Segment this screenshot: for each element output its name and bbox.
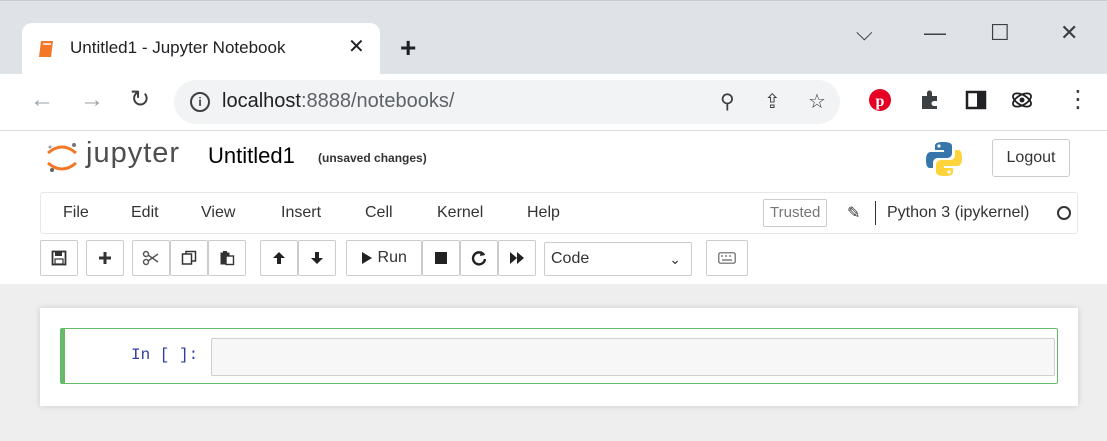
menu-file[interactable]: File	[63, 204, 89, 222]
jupyter-logo-text[interactable]: jupyter	[86, 137, 180, 170]
restart-run-all-button[interactable]	[498, 240, 536, 276]
code-cell[interactable]: In [ ]:	[60, 328, 1058, 384]
pencil-icon[interactable]: ✎	[847, 203, 860, 223]
browser-toolbar: ← → ↻ i localhost:8888/notebooks/ ⚲ ⇪ ☆ …	[0, 74, 1107, 131]
url-path: :8888/notebooks/	[300, 90, 455, 112]
zoom-icon[interactable]: ⚲	[720, 90, 735, 114]
menu-help[interactable]: Help	[527, 204, 560, 222]
stop-icon	[435, 251, 447, 264]
play-icon	[362, 251, 373, 264]
kernel-divider	[875, 201, 876, 225]
chevron-down-icon: ⌄	[669, 251, 681, 267]
address-bar[interactable]: i localhost:8888/notebooks/ ⚲ ⇪ ☆	[174, 80, 840, 124]
copy-button[interactable]	[170, 240, 208, 276]
menu-edit[interactable]: Edit	[131, 204, 159, 222]
menubar: File Edit View Insert Cell Kernel Help T…	[40, 192, 1078, 234]
cell-type-select[interactable]: Code ⌄	[544, 242, 692, 276]
run-button[interactable]: Run	[346, 240, 422, 276]
restart-kernel-button[interactable]	[460, 240, 498, 276]
save-status: (unsaved changes)	[318, 151, 427, 165]
jupyter-book-icon	[39, 41, 53, 57]
pinterest-icon[interactable]: p	[868, 88, 892, 112]
menu-view[interactable]: View	[201, 204, 235, 222]
insert-cell-button[interactable]	[86, 240, 124, 276]
paste-icon	[220, 250, 235, 265]
interrupt-kernel-button[interactable]	[422, 240, 460, 276]
browser-menu-icon[interactable]: ⋮	[1066, 86, 1090, 114]
svg-text:p: p	[876, 93, 885, 110]
share-icon[interactable]: ⇪	[764, 90, 781, 114]
tab-search-chevron-icon[interactable]: ⌵	[856, 21, 873, 45]
url-host: localhost	[222, 90, 301, 112]
restart-icon	[471, 250, 487, 266]
menu-insert[interactable]: Insert	[281, 204, 321, 222]
input-prompt: In [ ]:	[131, 346, 199, 364]
site-info-icon[interactable]: i	[190, 92, 210, 112]
profile-avatar-icon[interactable]	[1010, 88, 1034, 112]
arrow-up-icon	[273, 251, 285, 264]
copy-icon	[181, 250, 197, 265]
notebook-title[interactable]: Untitled1	[208, 143, 295, 169]
keyboard-icon	[718, 251, 736, 264]
jupyter-logo-icon[interactable]	[44, 139, 80, 175]
menu-kernel[interactable]: Kernel	[437, 204, 483, 222]
move-cell-down-button[interactable]	[298, 240, 336, 276]
url-text[interactable]: localhost:8888/notebooks/	[222, 90, 454, 113]
menu-cell[interactable]: Cell	[365, 204, 393, 222]
window-close-icon[interactable]: ✕	[1060, 21, 1078, 45]
tab-close-icon[interactable]: ✕	[348, 35, 365, 59]
browser-tab-strip: Untitled1 - Jupyter Notebook ✕ + ⌵ — ☐ ✕	[0, 0, 1107, 75]
bookmark-star-icon[interactable]: ☆	[808, 90, 826, 114]
maximize-icon[interactable]: ☐	[990, 21, 1010, 45]
jupyter-header: jupyter Untitled1 (unsaved changes) Logo…	[0, 131, 1107, 189]
reload-icon[interactable]: ↻	[130, 86, 150, 114]
move-cell-up-button[interactable]	[260, 240, 298, 276]
cut-button[interactable]	[132, 240, 170, 276]
back-icon[interactable]: ←	[30, 86, 54, 114]
kernel-idle-indicator-icon	[1057, 206, 1071, 220]
save-button[interactable]	[40, 240, 78, 276]
notebook-toolbar: Run Code ⌄	[40, 240, 1040, 278]
new-tab-icon[interactable]: +	[400, 34, 416, 62]
kernel-name[interactable]: Python 3 (ipykernel)	[887, 204, 1029, 222]
extensions-puzzle-icon[interactable]	[918, 88, 942, 112]
minimize-icon[interactable]: —	[924, 21, 946, 45]
cell-type-value: Code	[551, 250, 590, 267]
fast-forward-icon	[510, 251, 524, 264]
paste-button[interactable]	[208, 240, 246, 276]
save-icon	[51, 250, 67, 266]
python-logo-icon	[926, 142, 962, 176]
plus-icon	[99, 251, 111, 264]
trusted-badge[interactable]: Trusted	[763, 199, 828, 227]
arrow-down-icon	[311, 251, 323, 264]
tab-title: Untitled1 - Jupyter Notebook	[70, 38, 286, 57]
logout-button[interactable]: Logout	[992, 139, 1070, 177]
browser-tab[interactable]: Untitled1 - Jupyter Notebook ✕	[22, 23, 380, 75]
forward-icon[interactable]: →	[80, 86, 104, 114]
code-input-area[interactable]	[211, 338, 1055, 376]
command-palette-button[interactable]	[706, 240, 748, 276]
scissors-icon	[142, 250, 159, 265]
side-panel-icon[interactable]	[964, 88, 988, 112]
run-button-label: Run	[377, 249, 407, 266]
